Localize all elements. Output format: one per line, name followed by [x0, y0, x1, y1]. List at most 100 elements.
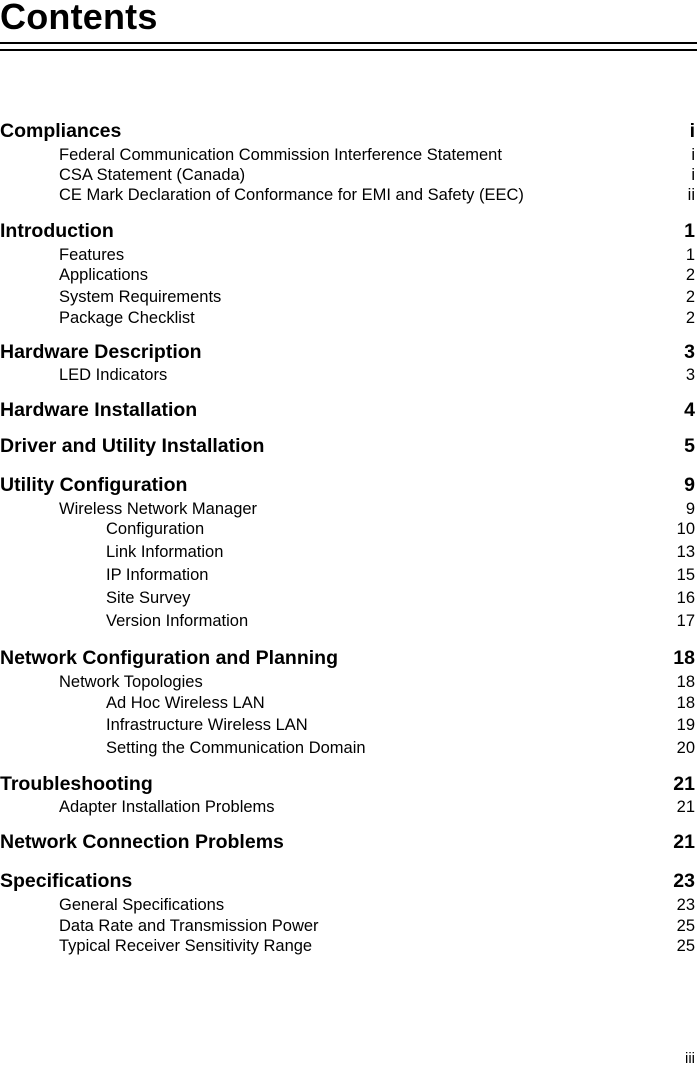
toc-entry-page: 23 [676, 896, 695, 914]
toc-entry-page: 1 [684, 220, 695, 242]
toc-entry-page: 4 [684, 399, 695, 421]
toc-entry-page: 3 [684, 341, 695, 363]
toc-entry-page: 13 [676, 543, 695, 561]
toc-entry-page: 2 [685, 266, 695, 284]
toc-entry-title: Hardware Installation [0, 399, 198, 421]
toc-subentry[interactable]: System Requirements 2 [0, 286, 695, 308]
toc-entry-title: Compliances [0, 120, 122, 142]
toc-entry-title: System Requirements [59, 288, 222, 306]
toc-entry-page: 15 [676, 566, 695, 584]
toc-entry-title: General Specifications [59, 896, 225, 914]
toc-entry-title: Data Rate and Transmission Power [59, 917, 319, 935]
toc-entry-page: 5 [684, 435, 695, 457]
toc-entry-title: Specifications [0, 870, 133, 892]
toc-section-entry[interactable]: Troubleshooting 21 [0, 773, 695, 795]
toc-entry-page: i [691, 146, 695, 164]
toc-entry-title: Package Checklist [59, 309, 195, 327]
toc-subentry[interactable]: General Specifications 23 [0, 894, 695, 916]
toc-subentry[interactable]: CE Mark Declaration of Conformance for E… [0, 184, 695, 206]
toc-entry-page: ii [687, 186, 695, 204]
toc-entry-title: Site Survey [106, 589, 191, 607]
toc-entry-title: IP Information [106, 566, 209, 584]
toc-entry-page: 20 [676, 739, 695, 757]
toc-entry-page: 18 [676, 673, 695, 691]
toc-entry-title: Utility Configuration [0, 474, 188, 496]
toc-subentry[interactable]: Typical Receiver Sensitivity Range 25 [0, 935, 695, 957]
toc-entry-title: Typical Receiver Sensitivity Range [59, 937, 313, 955]
toc-subentry[interactable]: Infrastructure Wireless LAN 19 [0, 714, 695, 736]
toc-entry-page: 16 [676, 589, 695, 607]
toc-section-entry[interactable]: Hardware Installation 4 [0, 399, 695, 421]
toc-subentry[interactable]: IP Information 15 [0, 564, 695, 586]
toc-subentry[interactable]: Ad Hoc Wireless LAN 18 [0, 692, 695, 714]
toc-subentry[interactable]: Link Information 13 [0, 541, 695, 563]
toc-subentry[interactable]: Features 1 [0, 244, 695, 266]
toc-entry-title: LED Indicators [59, 366, 168, 384]
toc-section-entry[interactable]: Hardware Description 3 [0, 341, 695, 363]
toc-section-entry[interactable]: Compliances i [0, 120, 695, 142]
toc-entry-title: Applications [59, 266, 148, 284]
toc-entry-title: Troubleshooting [0, 773, 153, 795]
toc-entry-title: Infrastructure Wireless LAN [106, 716, 308, 734]
toc-subentry[interactable]: CSA Statement (Canada) i [0, 164, 695, 186]
toc-subentry[interactable]: Applications 2 [0, 264, 695, 286]
toc-entry-title: Configuration [106, 520, 205, 538]
toc-entry-page: 21 [673, 773, 695, 795]
toc-subentry[interactable]: Data Rate and Transmission Power 25 [0, 915, 695, 937]
toc-entry-page: 21 [676, 798, 695, 816]
toc-entry-title: CSA Statement (Canada) [59, 166, 246, 184]
toc-section-entry[interactable]: Specifications 23 [0, 870, 695, 892]
toc-entry-title: Hardware Description [0, 341, 202, 363]
toc-entry-page: 25 [676, 937, 695, 955]
toc-subentry[interactable]: Configuration 10 [0, 518, 695, 540]
toc-subentry[interactable]: Package Checklist 2 [0, 307, 695, 329]
toc-entry-page: i [691, 166, 695, 184]
toc-subentry[interactable]: Setting the Communication Domain 20 [0, 737, 695, 759]
toc-section-entry[interactable]: Utility Configuration 9 [0, 474, 695, 496]
toc-section-entry[interactable]: Driver and Utility Installation 5 [0, 435, 695, 457]
toc-entry-page: 9 [684, 474, 695, 496]
toc-section-entry[interactable]: Network Configuration and Planning 18 [0, 647, 695, 669]
toc-entry-title: Version Information [106, 612, 249, 630]
toc-subentry[interactable]: Wireless Network Manager 9 [0, 498, 695, 520]
toc-entry-page: 1 [685, 246, 695, 264]
toc-entry-title: CE Mark Declaration of Conformance for E… [59, 186, 524, 204]
toc-entry-page: i [689, 120, 695, 142]
toc-subentry[interactable]: Adapter Installation Problems 21 [0, 796, 695, 818]
toc-entry-page: 18 [676, 694, 695, 712]
toc-entry-title: Ad Hoc Wireless LAN [106, 694, 265, 712]
toc-entry-page: 2 [685, 309, 695, 327]
header-rule-bottom [0, 49, 697, 51]
toc-entry-title: Wireless Network Manager [59, 500, 258, 518]
toc-section-entry[interactable]: Network Connection Problems 21 [0, 831, 695, 853]
toc-subentry[interactable]: LED Indicators 3 [0, 364, 695, 386]
toc-entry-page: 10 [676, 520, 695, 538]
toc-entry-page: 23 [673, 870, 695, 892]
toc-entry-title: Federal Communication Commission Interfe… [59, 146, 502, 164]
toc-entry-page: 25 [676, 917, 695, 935]
toc-subentry[interactable]: Federal Communication Commission Interfe… [0, 144, 695, 166]
toc-entry-title: Adapter Installation Problems [59, 798, 275, 816]
page-number: iii [685, 1050, 695, 1067]
toc-entry-page: 18 [673, 647, 695, 669]
header-rule-top [0, 42, 697, 44]
toc-entry-title: Introduction [0, 220, 114, 242]
toc-entry-page: 2 [685, 288, 695, 306]
toc-subentry[interactable]: Version Information 17 [0, 610, 695, 632]
toc-subentry[interactable]: Site Survey 16 [0, 587, 695, 609]
toc-entry-title: Features [59, 246, 125, 264]
toc-entry-title: Network Connection Problems [0, 831, 284, 853]
toc-entry-page: 3 [685, 366, 695, 384]
toc-section-entry[interactable]: Introduction 1 [0, 220, 695, 242]
toc-entry-page: 17 [676, 612, 695, 630]
toc-entry-page: 21 [673, 831, 695, 853]
page-title: Contents [0, 0, 158, 37]
toc-entry-page: 19 [676, 716, 695, 734]
toc-entry-title: Link Information [106, 543, 224, 561]
toc-subentry[interactable]: Network Topologies 18 [0, 671, 695, 693]
toc-entry-title: Setting the Communication Domain [106, 739, 366, 757]
toc-entry-title: Network Topologies [59, 673, 203, 691]
toc-entry-title: Driver and Utility Installation [0, 435, 265, 457]
toc-entry-title: Network Configuration and Planning [0, 647, 338, 669]
toc-entry-page: 9 [685, 500, 695, 518]
